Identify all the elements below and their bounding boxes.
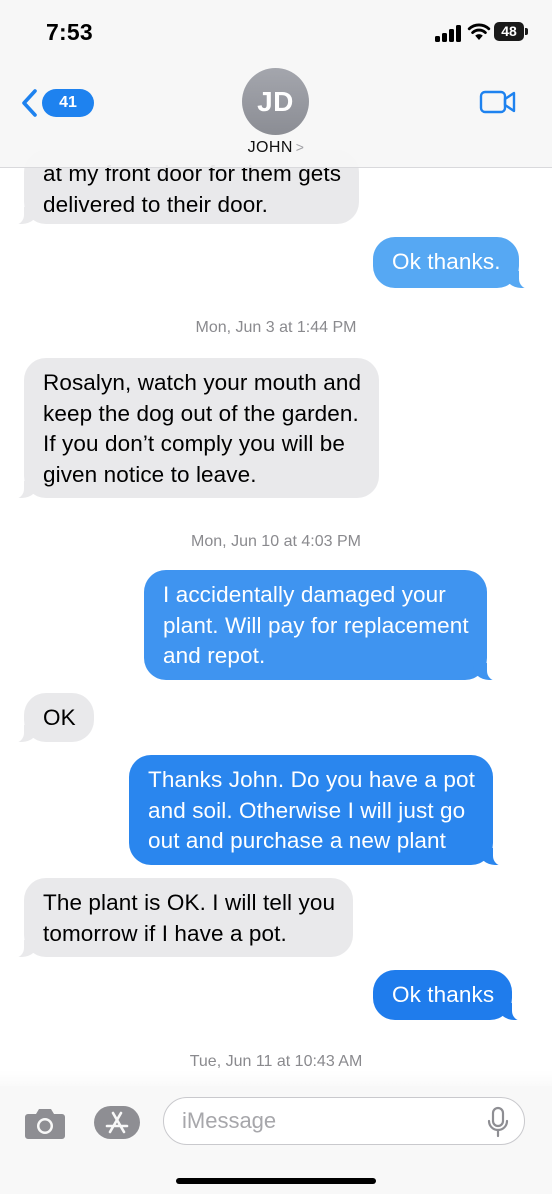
camera-icon[interactable] — [24, 1106, 66, 1140]
message-text-line: If you don’t comply you will be — [43, 431, 345, 456]
message-text-line: delivered to their door. — [43, 191, 269, 217]
message-bubble-incoming[interactable]: OK — [12, 693, 94, 743]
timestamp: Tue, Jun 11 at 10:43 AM — [0, 1053, 552, 1071]
timestamp-day: Tue, Jun 11 — [189, 1053, 273, 1070]
imessage-input[interactable] — [163, 1097, 525, 1145]
message-text-line: Rosalyn, watch your mouth and — [43, 370, 362, 395]
wifi-icon — [467, 23, 491, 40]
message-text-line: Ok thanks — [392, 982, 495, 1007]
timestamp-time: at 4:03 PM — [283, 533, 361, 550]
message-text-line: Thanks John. Do you have a pot — [148, 767, 475, 792]
contact-avatar[interactable]: JD — [242, 68, 309, 135]
message-text-line: OK — [43, 705, 76, 730]
compose-bar — [0, 1086, 552, 1194]
message-bubble-outgoing[interactable]: Thanks John. Do you have a pot and soil.… — [129, 755, 505, 866]
message-bubble-outgoing[interactable]: I accidentally damaged your plant. Will … — [144, 570, 499, 681]
message-text-line: given notice to leave. — [43, 461, 257, 487]
message-text-line: Ok thanks. — [392, 249, 501, 274]
conversation-header: 7:53 48 41 JD JOHN > — [0, 0, 552, 168]
chevron-left-icon — [22, 89, 37, 117]
message-bubble-incoming[interactable]: The plant is OK. I will tell you tomorro… — [11, 878, 354, 958]
battery-cap — [525, 28, 528, 35]
timestamp-day: Mon, Jun 3 — [195, 319, 275, 336]
timestamp: Mon, Jun 3 at 1:44 PM — [0, 319, 552, 337]
status-time: 7:53 — [46, 19, 93, 45]
message-bubble-outgoing[interactable]: Ok thanks. — [373, 237, 531, 289]
chevron-right-icon: > — [295, 139, 305, 155]
home-indicator[interactable] — [176, 1178, 376, 1184]
microphone-icon[interactable] — [487, 1106, 509, 1138]
cellular-signal-icon — [435, 24, 461, 42]
unread-count-badge: 41 — [42, 89, 94, 117]
message-text-line: plant. Will pay for replacement — [163, 612, 469, 638]
back-button[interactable]: 41 — [20, 86, 94, 120]
message-bubble-outgoing[interactable]: Ok thanks — [373, 970, 525, 1021]
message-text-line: tomorrow if I have a pot. — [43, 920, 287, 946]
message-text-line: and soil. Otherwise I will just go — [148, 797, 466, 823]
message-thread[interactable]: at my front door for them gets delivered… — [0, 0, 552, 1194]
video-camera-icon[interactable] — [479, 89, 517, 115]
timestamp-time: at 1:44 PM — [279, 319, 357, 336]
status-bar: 7:53 48 — [0, 0, 552, 62]
message-text-line: The plant is OK. I will tell you — [43, 890, 336, 915]
timestamp-time: at 10:43 AM — [276, 1053, 363, 1070]
battery-level: 48 — [494, 22, 524, 41]
contact-name-text: JOHN — [247, 139, 293, 156]
timestamp-day: Mon, Jun 10 — [191, 533, 280, 550]
message-bubble-incoming[interactable]: Rosalyn, watch your mouth and keep the d… — [11, 358, 380, 499]
message-text-line: keep the dog out of the garden. — [43, 400, 359, 426]
message-text-line: out and purchase a new plant — [148, 828, 447, 853]
contact-name[interactable]: JOHN > — [0, 139, 552, 157]
app-store-icon[interactable] — [93, 1105, 141, 1140]
timestamp: Mon, Jun 10 at 4:03 PM — [0, 533, 552, 551]
message-text-line: I accidentally damaged your — [163, 582, 446, 607]
message-text-line: and repot. — [163, 643, 266, 668]
